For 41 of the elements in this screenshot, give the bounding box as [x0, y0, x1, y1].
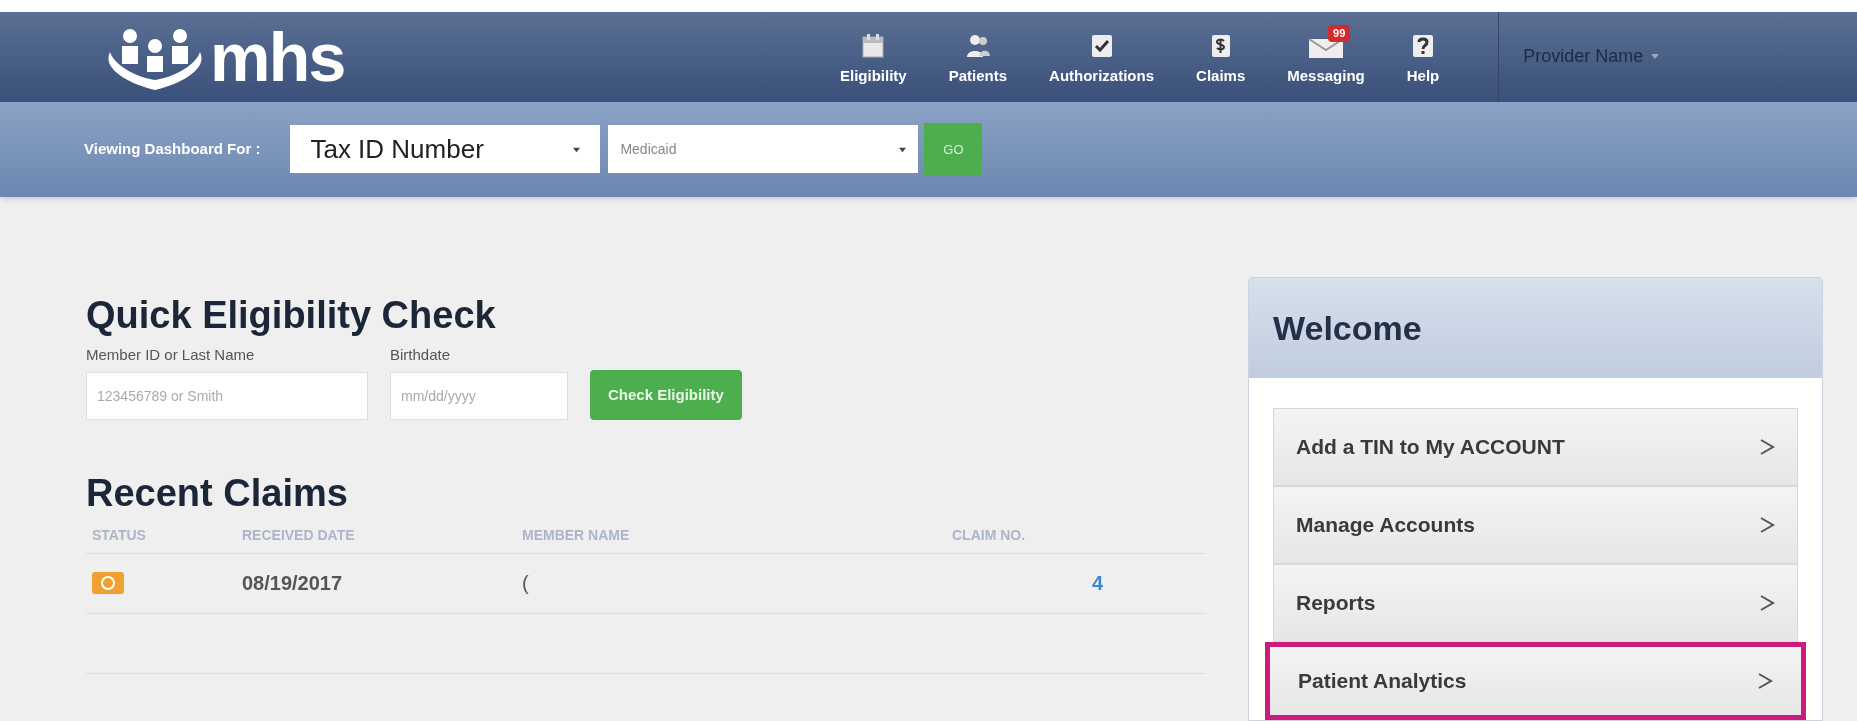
text-field[interactable]: 123456789 or Smith: [86, 372, 368, 420]
text-field[interactable]: mm/dd/yyyy: [390, 372, 568, 420]
column-header: RECEIVED DATE: [242, 525, 356, 545]
column-header: MEMBER NAME: [522, 525, 631, 545]
nav-button[interactable]: 99 Messaging: [1287, 25, 1369, 88]
chevron-right-icon: [1757, 672, 1773, 690]
field-label: Member ID or Last Name: [86, 344, 256, 365]
column-header: STATUS: [92, 525, 147, 545]
people-icon: [965, 33, 990, 60]
envelope-icon: [1308, 35, 1344, 60]
field-label: Birthdate: [390, 344, 452, 365]
calendar-icon: [861, 33, 886, 60]
plan-select[interactable]: Medicaid: [608, 125, 919, 174]
panel-link[interactable]: Reports: [1273, 564, 1798, 642]
chevron-right-icon: [1759, 516, 1775, 534]
nav-button[interactable]: Eligibility: [840, 23, 911, 88]
chevron-right-icon: [1759, 438, 1775, 456]
chevron-right-icon: [1759, 594, 1775, 612]
caret-icon: [573, 145, 581, 153]
checklist-icon: [1089, 33, 1114, 60]
panel-title: Welcome: [1273, 307, 1422, 349]
status-icon: [92, 572, 124, 594]
caret-icon: [899, 145, 907, 153]
dashboard-label: Viewing Dashboard For :: [84, 139, 261, 160]
nav-button[interactable]: Claims: [1196, 23, 1250, 88]
panel-link[interactable]: Add a TIN to My ACCOUNT: [1273, 408, 1798, 486]
nav-button[interactable]: Patients: [948, 23, 1012, 88]
panel-link[interactable]: Manage Accounts: [1273, 486, 1798, 564]
panel-link[interactable]: Patient Analytics: [1265, 642, 1806, 720]
section-title: Quick Eligibility Check: [86, 293, 497, 338]
message-count-badge: 99: [1328, 25, 1351, 42]
column-header: CLAIM NO.: [952, 525, 1027, 545]
table-cell-text: (: [522, 571, 530, 596]
nav-button[interactable]: Authorizations: [1049, 23, 1159, 88]
nav-button[interactable]: Help: [1406, 23, 1444, 88]
logo-text: mhs: [210, 22, 345, 91]
caret-icon: [1651, 54, 1660, 60]
table-cell-text: 08/19/2017: [242, 571, 344, 596]
section-title: Recent Claims: [86, 471, 349, 516]
help-icon: [1411, 33, 1436, 60]
tax-id-select[interactable]: Tax ID Number: [290, 125, 601, 174]
